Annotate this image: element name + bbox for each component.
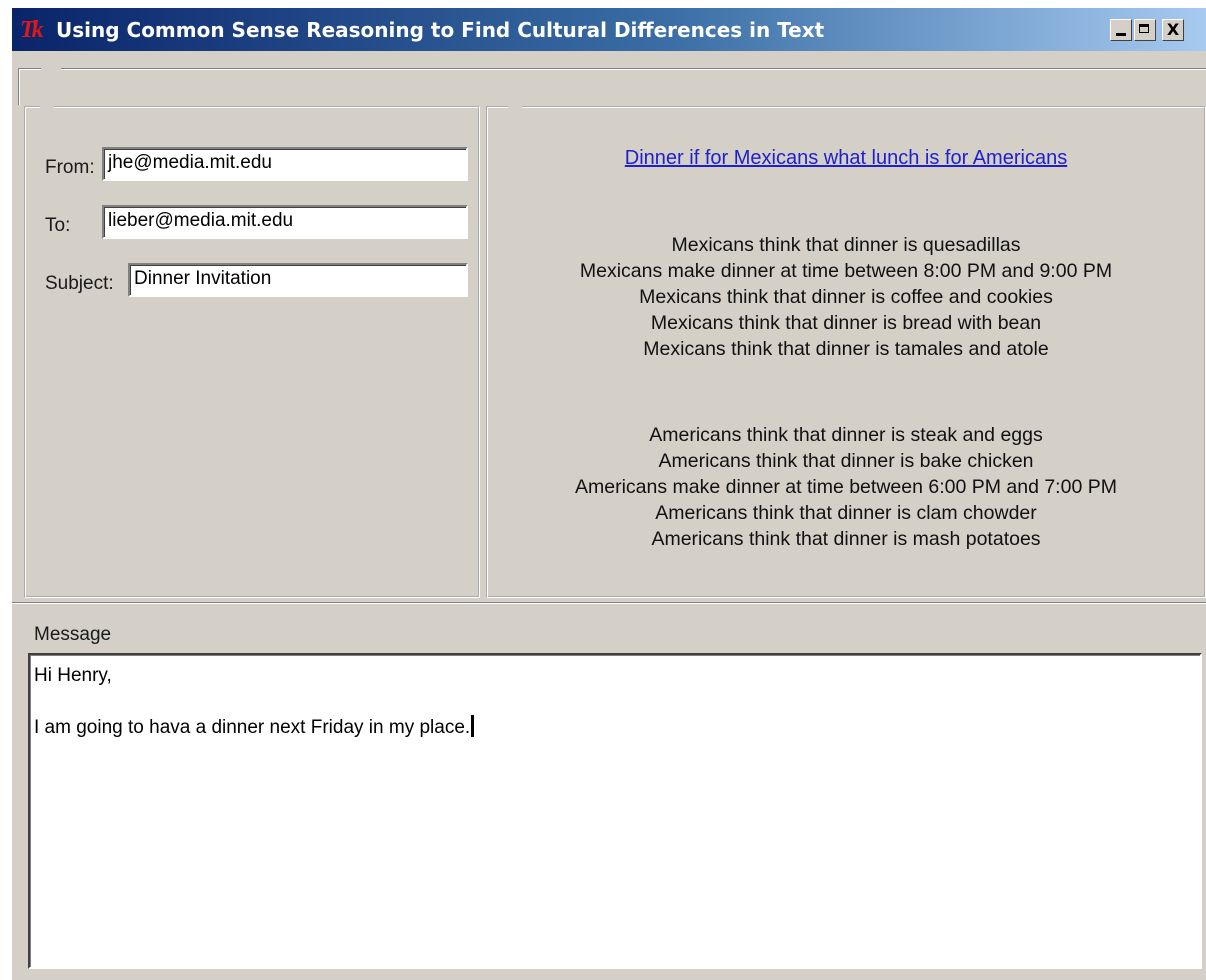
subject-field[interactable]: Dinner Invitation bbox=[128, 263, 468, 297]
app-window: Tk Using Common Sense Reasoning to Find … bbox=[12, 8, 1206, 980]
close-button[interactable]: X bbox=[1162, 19, 1184, 41]
cultural-analysis-panel: Dinner if for Mexicans what lunch is for… bbox=[486, 105, 1206, 598]
message-textarea[interactable]: Hi Henry, I am going to hava a dinner ne… bbox=[28, 653, 1202, 969]
fact-line: Americans make dinner at time between 6:… bbox=[575, 476, 1117, 498]
section-divider bbox=[12, 602, 1206, 604]
american-facts-list: Americans think that dinner is steak and… bbox=[488, 422, 1204, 552]
message-line: I am going to hava a dinner next Friday … bbox=[34, 717, 471, 738]
fact-line: Mexicans make dinner at time between 8:0… bbox=[579, 260, 1113, 282]
message-label: Message bbox=[34, 624, 112, 645]
fact-line: Mexicans think that dinner is coffee and… bbox=[639, 286, 1053, 308]
fact-line: Mexicans think that dinner is bread with… bbox=[650, 312, 1042, 334]
message-line-with-caret: I am going to hava a dinner next Friday … bbox=[34, 715, 1200, 741]
title-bar[interactable]: Tk Using Common Sense Reasoning to Find … bbox=[12, 8, 1206, 51]
fact-line: Mexicans think that dinner is quesadilla… bbox=[671, 234, 1021, 256]
to-label: To: bbox=[45, 215, 71, 236]
message-line: Hi Henry, bbox=[34, 665, 112, 686]
frame-gap bbox=[40, 105, 54, 109]
fact-line: Americans think that dinner is mash pota… bbox=[651, 528, 1041, 550]
minimize-button[interactable] bbox=[1110, 19, 1132, 41]
maximize-button[interactable] bbox=[1134, 19, 1156, 41]
maximize-icon bbox=[1139, 24, 1149, 33]
window-title: Using Common Sense Reasoning to Find Cul… bbox=[56, 18, 825, 42]
fact-line: Mexicans think that dinner is tamales an… bbox=[643, 338, 1049, 360]
fact-line: Americans think that dinner is clam chow… bbox=[655, 502, 1037, 524]
header-fields-panel: From: jhe@media.mit.edu To: lieber@media… bbox=[24, 105, 480, 598]
fact-line: Americans think that dinner is steak and… bbox=[649, 424, 1043, 446]
analogy-link[interactable]: Dinner if for Mexicans what lunch is for… bbox=[488, 146, 1204, 170]
mexican-facts-list: Mexicans think that dinner is quesadilla… bbox=[488, 232, 1204, 362]
text-caret bbox=[471, 715, 475, 737]
top-frame bbox=[18, 65, 1206, 110]
fact-line: Americans think that dinner is bake chic… bbox=[658, 450, 1034, 472]
minimize-icon bbox=[1116, 33, 1126, 36]
close-icon: X bbox=[1166, 20, 1180, 39]
frame-gap bbox=[508, 105, 522, 109]
to-field[interactable]: lieber@media.mit.edu bbox=[102, 205, 468, 239]
tk-feather-icon: Tk bbox=[20, 17, 44, 43]
from-field[interactable]: jhe@media.mit.edu bbox=[102, 147, 468, 181]
from-label: From: bbox=[45, 157, 95, 178]
subject-label: Subject: bbox=[45, 273, 114, 294]
